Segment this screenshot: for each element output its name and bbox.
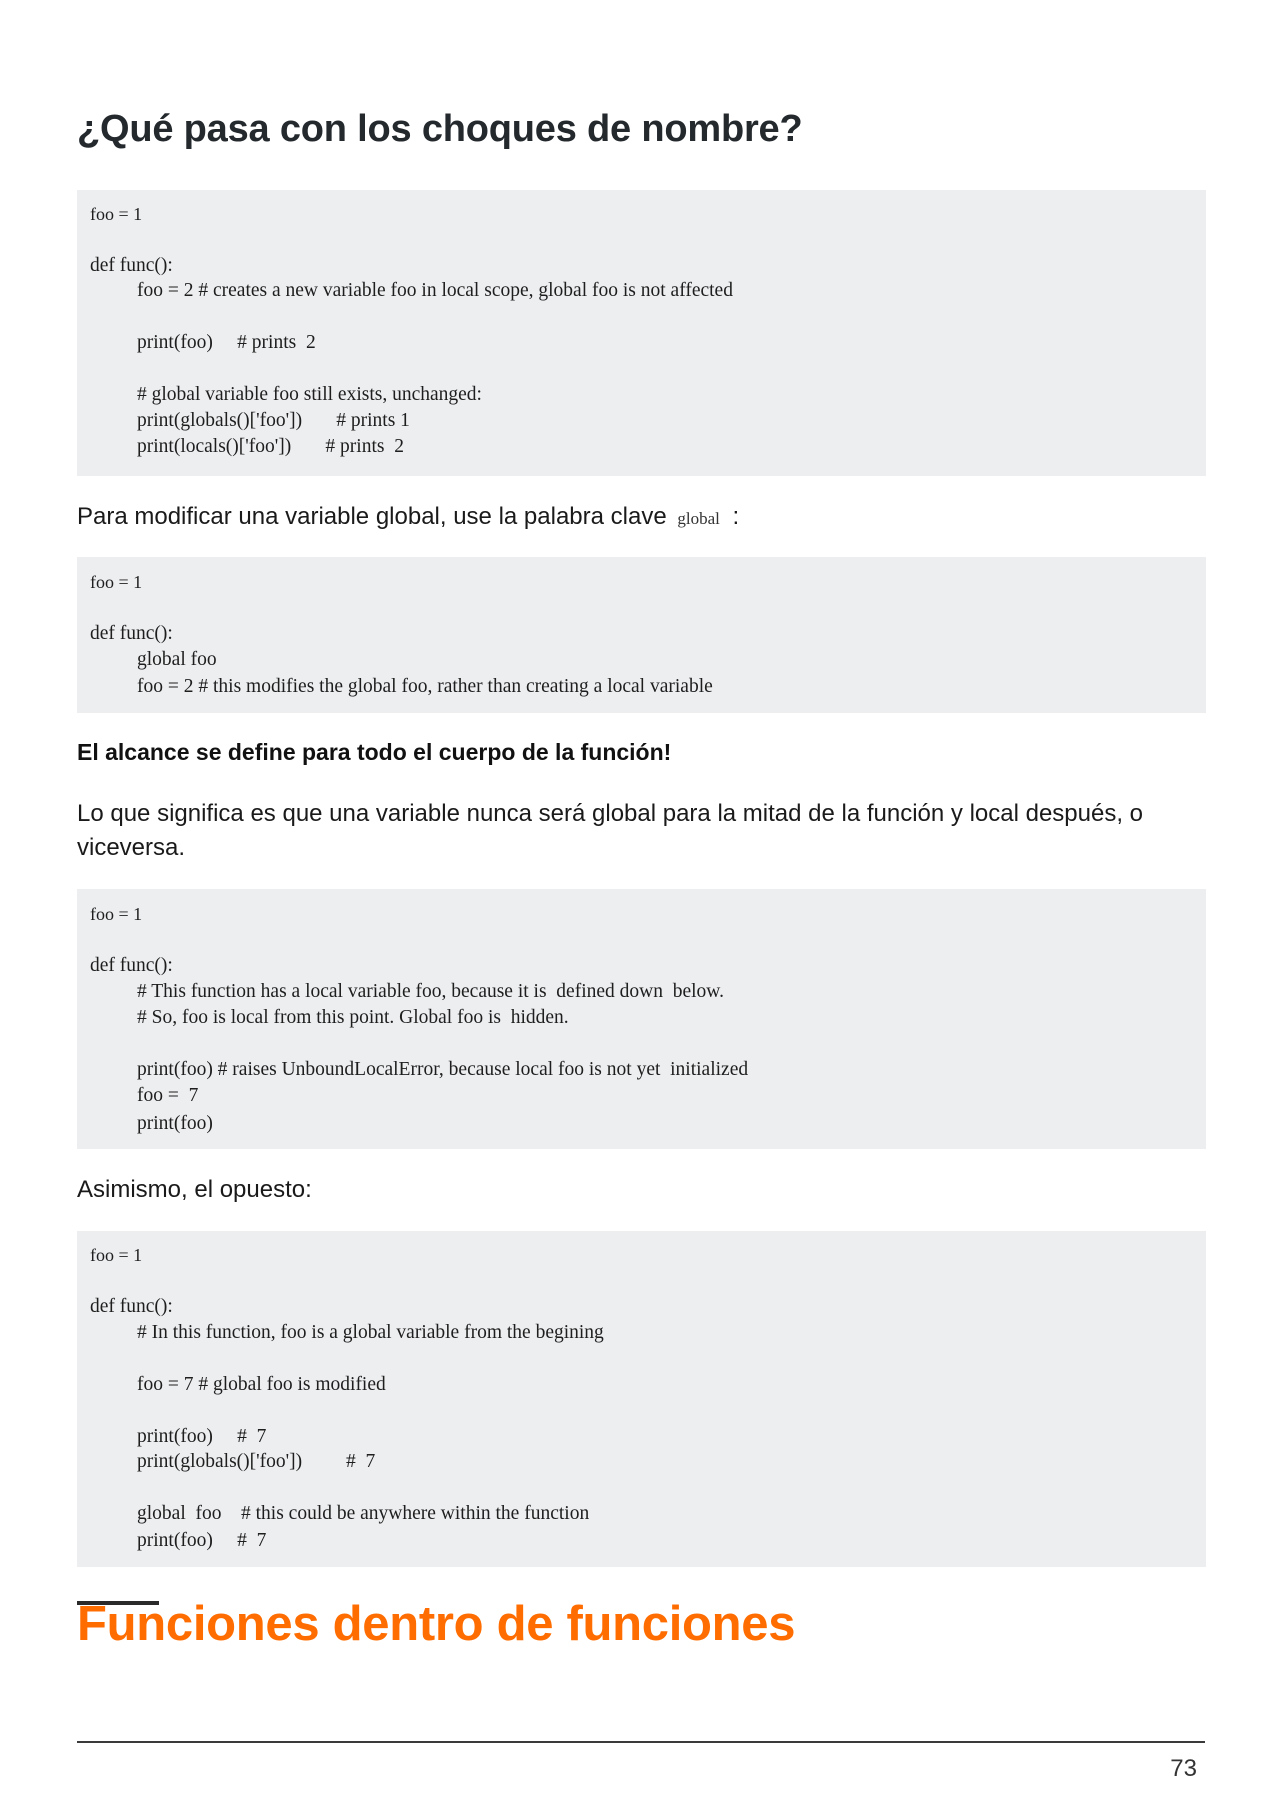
code-line: foo = 1 [90,1245,143,1265]
code-line: def func(): [90,955,173,976]
code-line: def func(): [90,623,173,644]
page-number: 73 [1170,1755,1197,1782]
code-block: foo = 1 def func(): foo = 2 # creates a … [77,190,1206,476]
code-line: print(globals()['foo']) # prints 1 [137,410,410,431]
code-line: print(foo) [137,1113,213,1134]
code-line: foo = 1 [90,572,143,592]
code-line: foo = 1 [90,204,143,224]
code-line: # global variable foo still exists, unch… [137,384,482,405]
paragraph-modify-global: Para modificar una variable global, use … [77,500,1212,536]
inline-code-keyword: global [677,509,720,528]
code-line: foo = 7 # global foo is modified [137,1374,386,1395]
footer-divider [77,1741,1205,1743]
code-block: foo = 1 def func(): global foo foo = 2 #… [77,557,1206,713]
section-heading: ¿Qué pasa con los choques de nombre? [77,108,803,150]
paragraph-opposite: Asimismo, el opuesto: [77,1176,312,1203]
code-line: print(foo) # raises UnboundLocalError, b… [137,1059,749,1080]
code-line: # In this function, foo is a global vari… [137,1322,604,1343]
code-line: def func(): [90,1296,173,1317]
code-line: print(foo) # 7 [137,1530,267,1551]
code-line: foo = 2 # this modifies the global foo, … [137,676,713,697]
code-line: # So, foo is local from this point. Glob… [137,1007,569,1028]
code-line: print(globals()['foo']) # 7 [137,1451,376,1472]
code-line: foo = 1 [90,904,143,924]
code-line: # This function has a local variable foo… [137,981,724,1002]
code-line: foo = 7 [137,1085,199,1106]
code-line: print(foo) # prints 2 [137,332,316,353]
paragraph-text: Para modificar una variable global, use … [77,503,667,530]
code-block: foo = 1 def func(): # This function has … [77,889,1206,1149]
paragraph-text: : [732,503,740,530]
scope-note-bold: El alcance se define para todo el cuerpo… [77,739,672,765]
code-line: def func(): [90,255,173,276]
code-block: foo = 1 def func(): # In this function, … [77,1231,1206,1567]
code-line: global foo # this could be anywhere with… [137,1503,590,1524]
code-line: foo = 2 # creates a new variable foo in … [137,280,733,301]
code-line: print(locals()['foo']) # prints 2 [137,436,404,457]
chapter-heading: Funciones dentro de funciones [77,1597,796,1651]
code-line: print(foo) # 7 [137,1426,267,1447]
scope-explanation: Lo que significa es que una variable nun… [77,800,1144,861]
code-line: global foo [137,649,217,670]
